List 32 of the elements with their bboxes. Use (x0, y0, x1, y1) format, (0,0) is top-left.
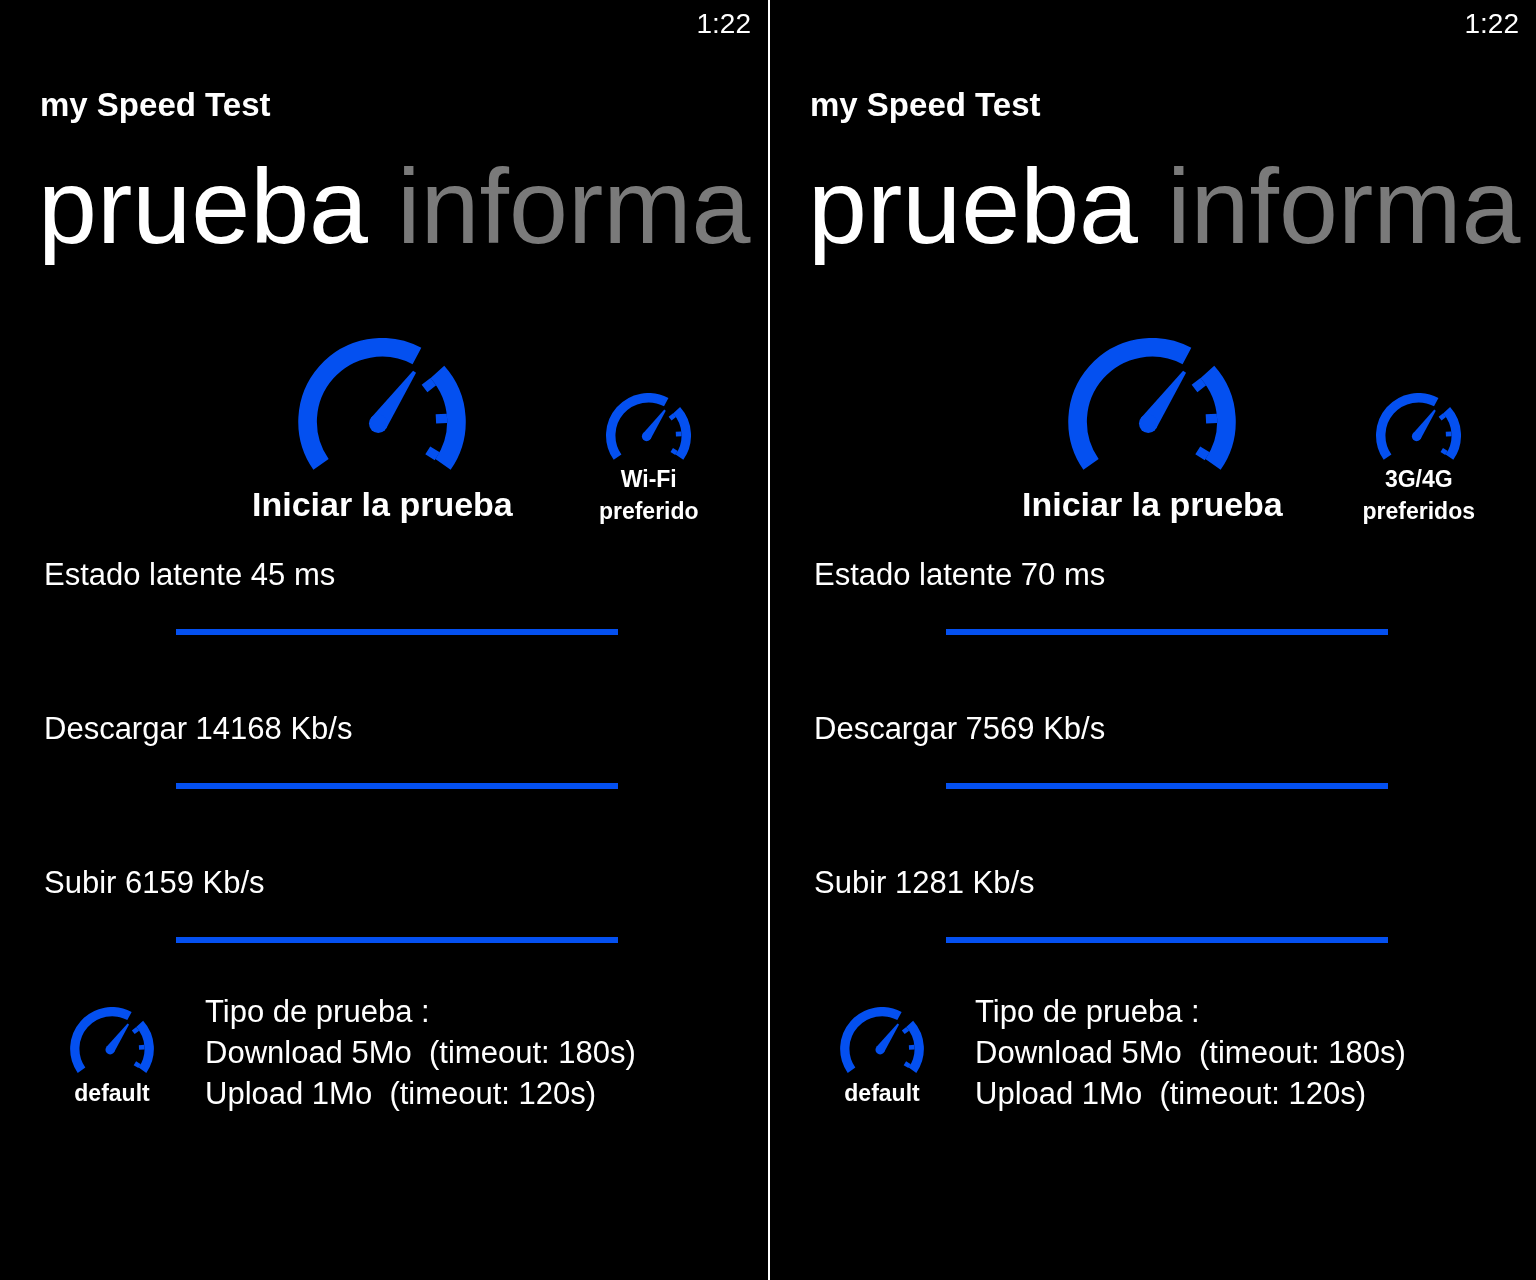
status-time: 1:22 (1464, 8, 1519, 40)
result-label: Descargar 14168 Kb/s (44, 710, 353, 748)
test-info-text: Download 5Mo (timeout: 180s) (975, 1034, 1406, 1072)
speedometer-icon (1376, 393, 1462, 461)
speedometer-icon (70, 1007, 154, 1074)
network-mode-button[interactable]: Wi-Fi preferido (583, 393, 714, 527)
pivot-tab[interactable]: informa (1167, 143, 1521, 269)
network-mode-button[interactable]: 3G/4G preferidos (1353, 393, 1484, 527)
test-profile-button[interactable]: default (70, 1007, 154, 1114)
start-test-button[interactable]: Iniciar la prueba (1022, 338, 1283, 524)
app-title: my Speed Test (40, 85, 271, 125)
pivot-tab[interactable]: prueba (808, 143, 1139, 269)
status-time: 1:22 (696, 8, 751, 40)
result-label: Subir 6159 Kb/s (44, 864, 265, 902)
speedometer-icon (606, 393, 692, 461)
pivot-tab[interactable]: prueba (38, 143, 369, 269)
speedometer-icon (840, 1007, 924, 1074)
result-label: Subir 1281 Kb/s (814, 864, 1035, 902)
pivot-tab[interactable]: informa (397, 143, 751, 269)
app-title: my Speed Test (810, 85, 1041, 125)
speedometer-icon (298, 338, 467, 472)
test-info-text: Tipo de prueba : (975, 993, 1200, 1031)
result-label: Estado latente 45 ms (44, 556, 336, 594)
speedometer-icon (1068, 338, 1237, 472)
result-label: Descargar 7569 Kb/s (814, 710, 1106, 748)
test-info-text: Upload 1Mo (timeout: 120s) (975, 1075, 1367, 1113)
start-test-button[interactable]: Iniciar la prueba (252, 338, 513, 524)
test-info-text: Tipo de prueba : (205, 993, 430, 1031)
test-profile-button[interactable]: default (840, 1007, 924, 1114)
result-label: Estado latente 70 ms (814, 556, 1106, 594)
test-info-text: Download 5Mo (timeout: 180s) (205, 1034, 636, 1072)
test-info-text: Upload 1Mo (timeout: 120s) (205, 1075, 597, 1113)
